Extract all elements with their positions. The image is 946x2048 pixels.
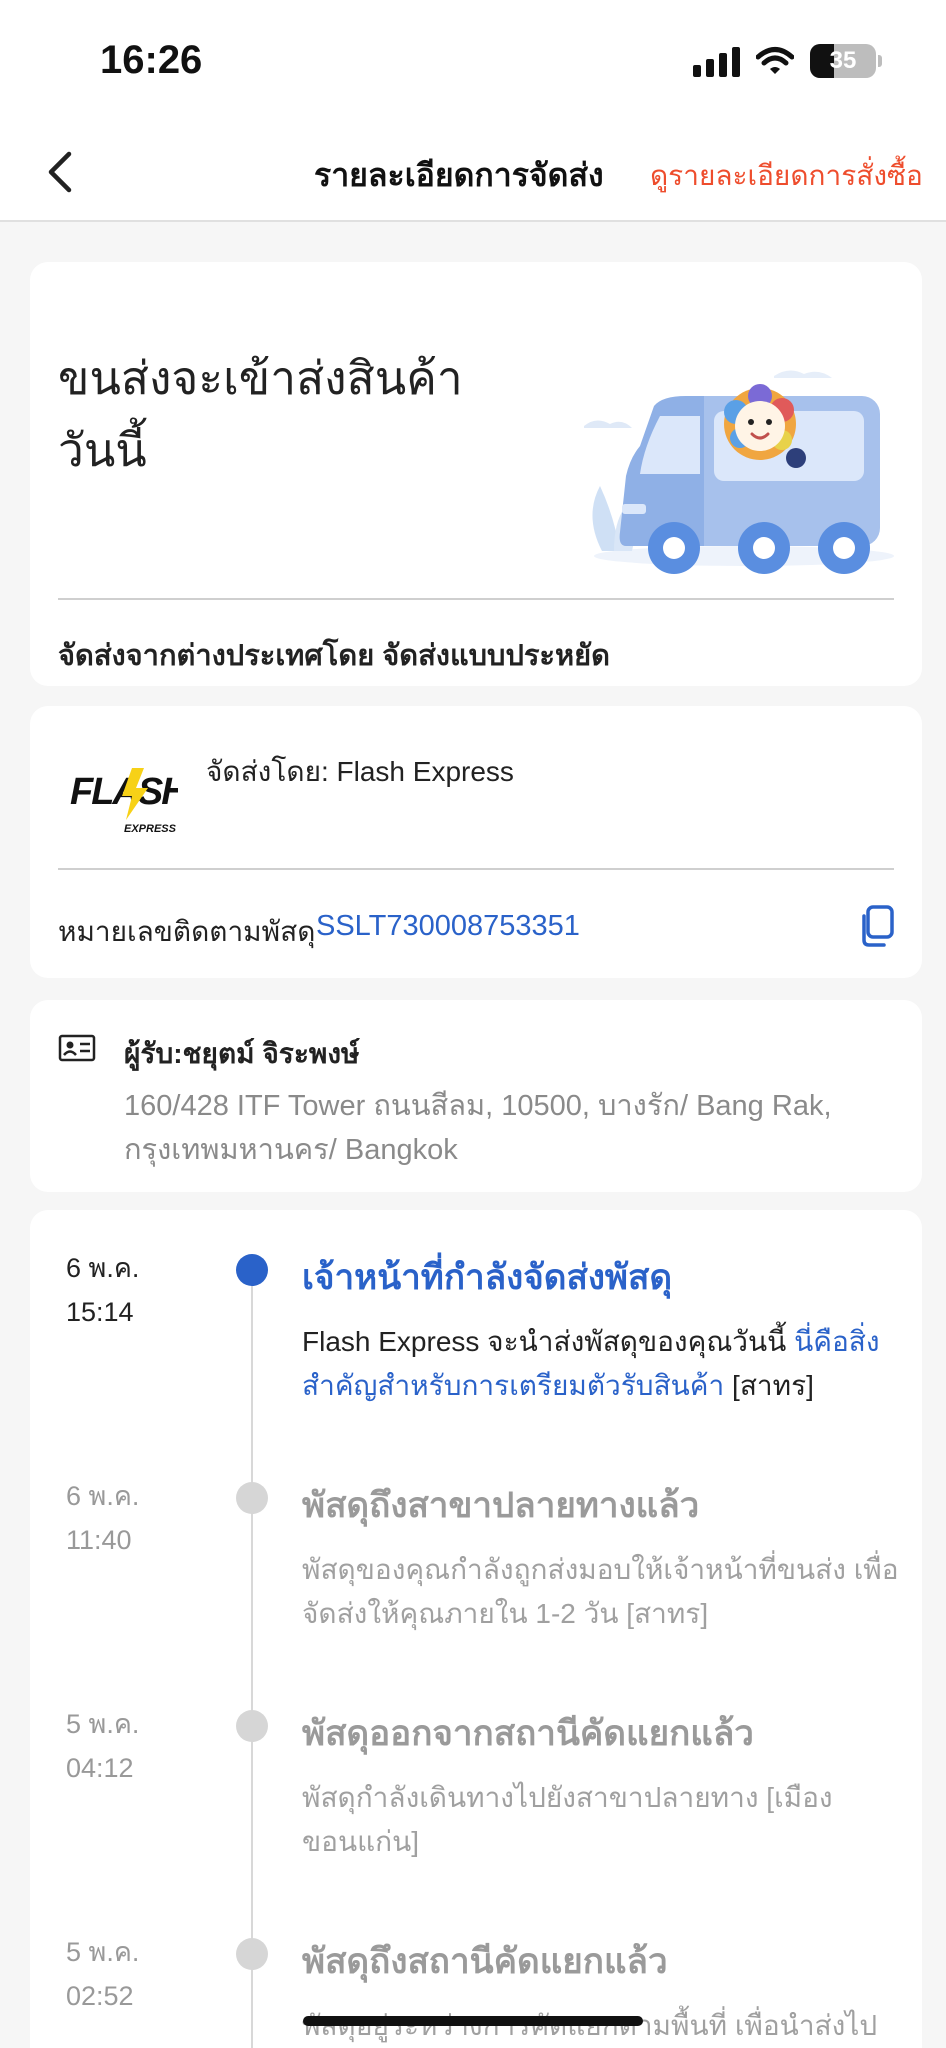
delivery-status-title-line2: วันนี้ (58, 424, 147, 476)
wifi-icon (756, 47, 794, 74)
event-title: เจ้าหน้าที่กำลังจัดส่งพัสดุ (302, 1258, 673, 1297)
event-description-location: [สาทร] (724, 1370, 814, 1401)
event-time: 04:12 (66, 1753, 134, 1783)
timeline-line (251, 1260, 253, 2048)
timeline-dot-active (236, 1254, 268, 1286)
event-datetime: 6 พ.ค. 15:14 (66, 1246, 139, 1334)
event-datetime: 5 พ.ค. 04:12 (66, 1702, 139, 1790)
recipient-card: ผู้รับ:ชยุตม์ จิระพงษ์ 160/428 ITF Tower… (30, 1000, 922, 1192)
view-order-details-link[interactable]: ดูรายละเอียดการสั่งซื้อ (650, 154, 923, 198)
event-description-text: Flash Express จะนำส่งพัสดุของคุณวันนี้ (302, 1326, 795, 1357)
delivery-status-title: ขนส่งจะเข้าส่งสินค้า วันนี้ (58, 342, 518, 486)
carrier-card: FLASH EXPRESS จัดส่งโดย: Flash Express ห… (30, 706, 922, 978)
event-description: พัสดุของคุณกำลังถูกส่งมอบให้เจ้าหน้าที่ข… (302, 1554, 899, 1629)
timeline-dot (236, 1938, 268, 1970)
back-button[interactable] (30, 142, 90, 202)
event-time: 11:40 (66, 1525, 132, 1555)
event-date: 6 พ.ค. (66, 1253, 140, 1283)
delivery-status-card: ขนส่งจะเข้าส่งสินค้า วันนี้ จัดส่งจากต่า… (30, 262, 922, 686)
status-time: 16:26 (100, 38, 203, 82)
chevron-left-icon (48, 151, 72, 193)
status-icons: 35 (693, 44, 882, 78)
tracking-timeline: 6 พ.ค. 15:14 เจ้าหน้าที่กำลังจัดส่งพัสดุ … (30, 1210, 922, 2048)
navigation-header: รายละเอียดการจัดส่ง ดูรายละเอียดการสั่งซ… (0, 126, 946, 222)
delivery-truck-illustration (584, 370, 894, 574)
flash-express-logo: FLASH EXPRESS (70, 768, 178, 835)
id-card-icon (58, 1034, 96, 1062)
carrier-divider (58, 868, 894, 870)
event-time: 02:52 (66, 1981, 134, 2011)
recipient-name: ผู้รับ:ชยุตม์ จิระพงษ์ (124, 1038, 360, 1069)
event-datetime: 6 พ.ค. 11:40 (66, 1474, 139, 1562)
event-description: พัสดุกำลังเดินทางไปยังสาขาปลายทาง [เมือง… (302, 1782, 833, 1857)
delivery-status-title-line1: ขนส่งจะเข้าส่งสินค้า (58, 352, 463, 404)
timeline-dot (236, 1482, 268, 1514)
shipping-method: จัดส่งจากต่างประเทศโดย จัดส่งแบบประหยัด (58, 640, 610, 672)
hero-divider (58, 598, 894, 600)
svg-text:EXPRESS: EXPRESS (124, 823, 177, 835)
event-datetime: 5 พ.ค. 02:52 (66, 1930, 139, 2018)
event-title: พัสดุถึงสาขาปลายทางแล้ว (302, 1486, 700, 1525)
event-date: 5 พ.ค. (66, 1709, 140, 1739)
page-title: รายละเอียดการจัดส่ง (314, 157, 604, 193)
event-description: พัสดุอยู่ระหว่างการคัดแยกตามพื้นที่ เพื่… (302, 2010, 878, 2041)
event-date: 5 พ.ค. (66, 1937, 140, 1967)
event-title: พัสดุออกจากสถานีคัดแยกแล้ว (302, 1714, 754, 1753)
shipped-by-text: จัดส่งโดย: Flash Express (206, 756, 514, 787)
home-indicator[interactable] (303, 2016, 643, 2026)
recipient-address: 160/428 ITF Tower ถนนสีลม, 10500, บางรัก… (124, 1090, 832, 1166)
event-time: 15:14 (66, 1297, 134, 1327)
copy-tracking-button[interactable] (856, 904, 896, 948)
event-title: พัสดุถึงสถานีคัดแยกแล้ว (302, 1942, 668, 1981)
event-date: 6 พ.ค. (66, 1481, 140, 1511)
copy-icon (862, 905, 894, 947)
timeline-dot (236, 1710, 268, 1742)
cellular-signal-icon (693, 45, 740, 77)
battery-level: 35 (829, 47, 857, 74)
event-description: Flash Express จะนำส่งพัสดุของคุณวันนี้ น… (302, 1320, 902, 1408)
tracking-number-label: หมายเลขติดตามพัสดุ (58, 916, 316, 947)
tracking-number[interactable]: SSLT730008753351 (316, 910, 580, 943)
battery-icon: 35 (810, 44, 876, 78)
status-bar: 16:26 35 (0, 0, 946, 126)
